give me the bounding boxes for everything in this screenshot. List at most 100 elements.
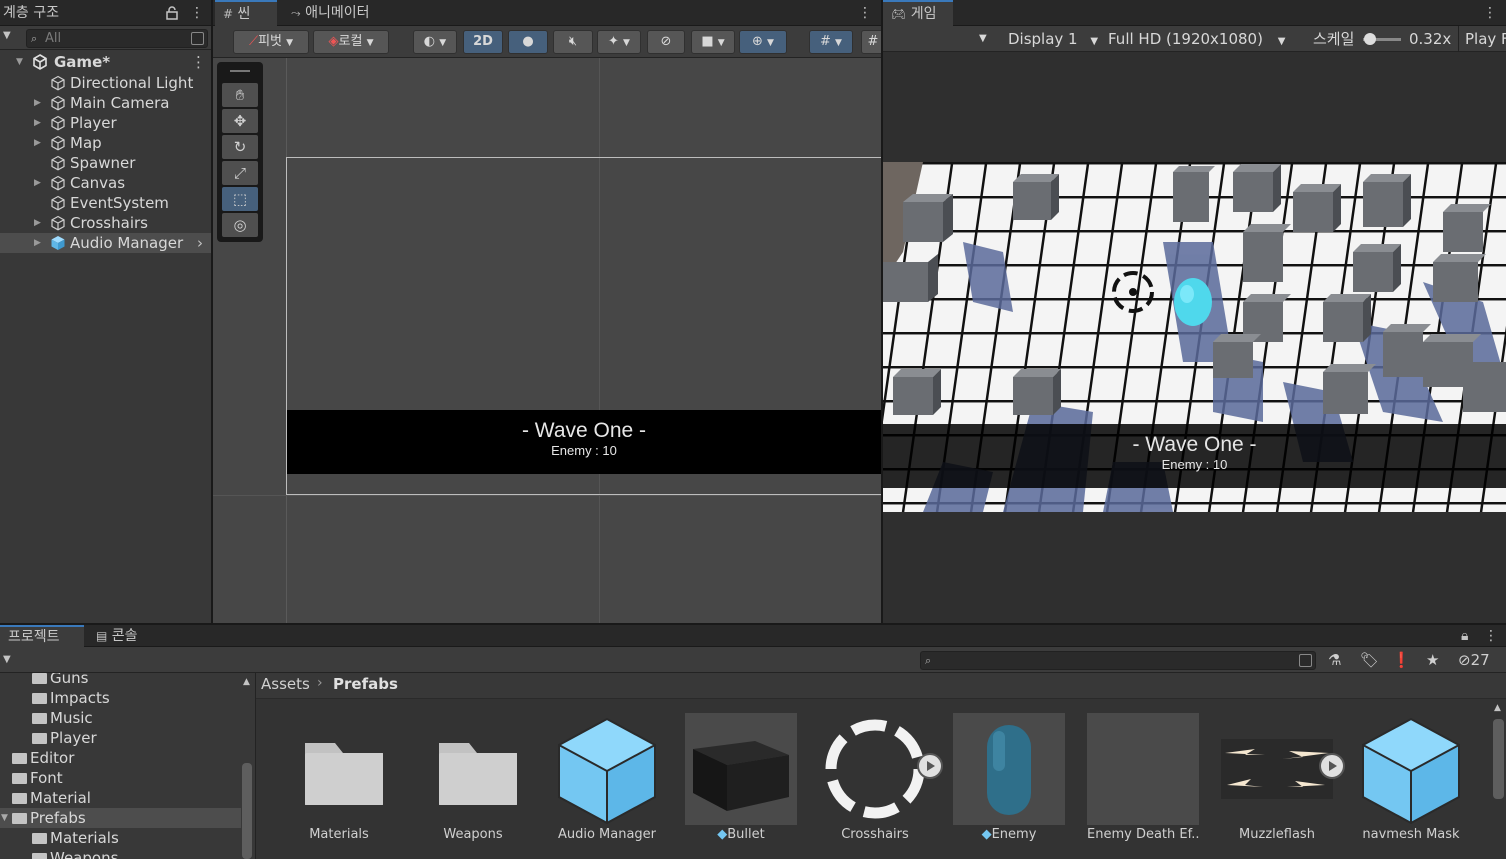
create-dropdown-icon[interactable]: ▼	[3, 654, 11, 665]
collapse-arrow-icon[interactable]: ▼	[16, 52, 23, 72]
gizmos-dropdown-icon[interactable]: ⊕ ▼	[739, 30, 787, 54]
add-dropdown-icon[interactable]: ▼	[3, 30, 11, 41]
search-by-type-icon[interactable]	[1299, 654, 1312, 667]
grid-snap-dropdown-icon[interactable]: # ▼	[809, 30, 853, 54]
breadcrumb-prefabs[interactable]: Prefabs	[333, 675, 398, 693]
folder-scrollbar-thumb[interactable]	[242, 763, 252, 859]
scroll-up-icon[interactable]: ▲	[243, 677, 250, 687]
project-more-icon[interactable]: ⋮	[1484, 625, 1498, 647]
move-tool-icon[interactable]: ✥	[222, 109, 258, 133]
hierarchy-item[interactable]: ▶ Player	[0, 113, 211, 133]
rect-tool-icon[interactable]: ⬚	[222, 187, 258, 211]
expand-arrow-icon[interactable]: ▶	[34, 113, 41, 133]
tab-animator[interactable]: ⤳ 애니메이터	[283, 0, 377, 26]
expand-arrow-icon[interactable]: ▶	[34, 93, 41, 113]
folder-label: Prefabs	[30, 809, 86, 827]
hierarchy-item[interactable]: ▶ Main Camera	[0, 93, 211, 113]
audio-mute-icon[interactable]: 🔇︎	[553, 30, 593, 54]
asset-tile[interactable]: Crosshairs	[819, 713, 943, 853]
resolution-dropdown[interactable]: Full HD (1920x1080) ▼	[1108, 26, 1285, 55]
expand-prefab-play-icon[interactable]	[1319, 753, 1345, 779]
tab-console[interactable]: ▤ 콘솔	[88, 625, 146, 647]
hierarchy-item[interactable]: Directional Light	[0, 73, 211, 93]
game-view[interactable]: - Wave One - Enemy : 10	[883, 162, 1506, 512]
folder-item[interactable]: Materials	[0, 828, 241, 848]
asset-tile[interactable]: ◆Enemy	[953, 713, 1065, 853]
scene-options-icon[interactable]: ⋮	[191, 52, 206, 72]
expand-arrow-icon[interactable]: ▶	[34, 173, 41, 193]
scene-wave-banner[interactable]: - Wave One - Enemy : 10	[287, 410, 881, 474]
folder-item[interactable]: Material	[0, 788, 241, 808]
display-dropdown[interactable]: Display 1 ▼	[1008, 26, 1098, 55]
asset-tile[interactable]: Enemy Death Ef...	[1087, 713, 1199, 853]
scroll-up-icon[interactable]: ▲	[1494, 703, 1501, 713]
asset-tile[interactable]: navmesh Mask	[1355, 713, 1467, 853]
folder-item[interactable]: Player	[0, 728, 241, 748]
hidden-packages-icon[interactable]: ⊘27	[1458, 647, 1490, 673]
rotate-tool-icon[interactable]: ↻	[222, 135, 258, 159]
filter-label-icon[interactable]: 🏷︎	[1360, 647, 1379, 673]
asset-label: Muzzleflash	[1239, 827, 1315, 842]
draw-mode-dropdown[interactable]: ◐ ▼	[413, 30, 457, 54]
pivot-dropdown[interactable]: ⟋피벗 ▼	[233, 30, 309, 54]
folder-item[interactable]: Font	[0, 768, 241, 788]
camera-dropdown-icon[interactable]: ■ ▼	[691, 30, 735, 54]
expand-arrow-icon[interactable]: ▶	[34, 213, 41, 233]
favorite-star-icon[interactable]: ★	[1426, 647, 1439, 673]
warning-icon[interactable]: ❗	[1392, 647, 1411, 673]
breadcrumb-assets[interactable]: Assets	[261, 675, 310, 693]
hierarchy-item[interactable]: ▶ Map	[0, 133, 211, 153]
folder-item[interactable]: Music	[0, 708, 241, 728]
scene-root-row[interactable]: ▼ Game* ⋮	[0, 52, 211, 72]
effects-dropdown-icon[interactable]: ✦ ▼	[597, 30, 641, 54]
folder-item[interactable]: Editor	[0, 748, 241, 768]
hierarchy-item[interactable]: ▶ Audio Manager ›	[0, 233, 211, 253]
lock-icon[interactable]: 🔒︎	[1461, 625, 1468, 647]
scene-more-icon[interactable]: ⋮	[858, 0, 872, 26]
more-options-icon[interactable]: ⋮	[190, 0, 204, 26]
scale-tool-icon[interactable]: ⤢	[222, 161, 258, 185]
expand-arrow-icon[interactable]: ▶	[34, 133, 41, 153]
hierarchy-item[interactable]: ▶ Crosshairs	[0, 213, 211, 233]
asset-tile[interactable]: Muzzleflash	[1221, 713, 1345, 853]
hierarchy-item[interactable]: Spawner	[0, 153, 211, 173]
tab-project[interactable]: 프로젝트	[0, 625, 84, 647]
expand-arrow-icon[interactable]: ▶	[34, 233, 41, 253]
asset-tile[interactable]: Materials	[283, 713, 395, 853]
lighting-toggle-icon[interactable]: ●	[508, 30, 548, 54]
project-search-input[interactable]: ⌕	[920, 651, 1316, 670]
scale-slider-handle[interactable]	[1364, 33, 1376, 45]
tab-game[interactable]: 🎮︎ 게임	[883, 0, 953, 26]
tab-scene[interactable]: # 씬	[215, 0, 277, 26]
asset-scrollbar[interactable]: ▲	[1492, 701, 1506, 859]
folder-item[interactable]: Impacts	[0, 688, 241, 708]
lock-icon[interactable]	[166, 0, 178, 29]
folder-item[interactable]: Weapons	[0, 848, 241, 859]
game-more-icon[interactable]: ⋮	[1483, 0, 1497, 26]
search-by-type-icon[interactable]	[191, 32, 204, 45]
asset-tile[interactable]: ◆Bullet	[685, 713, 797, 853]
game-mode-dropdown-icon[interactable]: ▼	[979, 26, 987, 52]
folder-item[interactable]: ▼ Prefabs	[0, 808, 241, 828]
hierarchy-item[interactable]: ▶ Canvas	[0, 173, 211, 193]
folder-item[interactable]: Guns	[0, 673, 241, 688]
drag-handle[interactable]	[230, 70, 250, 72]
open-prefab-arrow-icon[interactable]: ›	[197, 233, 203, 253]
hierarchy-item[interactable]: EventSystem	[0, 193, 211, 213]
local-dropdown[interactable]: ◈로컬 ▼	[313, 30, 389, 54]
folder-scrollbar[interactable]: ▲	[241, 673, 255, 859]
asset-tile[interactable]: Weapons	[417, 713, 529, 853]
hierarchy-search-input[interactable]: ⌕ All	[26, 29, 208, 48]
transform-tool-icon[interactable]: ◎	[222, 213, 258, 237]
expand-prefab-play-icon[interactable]	[917, 753, 943, 779]
asset-tile[interactable]: Audio Manager	[551, 713, 663, 853]
play-mode-dropdown[interactable]: Play F	[1465, 26, 1506, 52]
snap-increment-icon[interactable]: #	[861, 30, 881, 54]
collapse-arrow-icon[interactable]: ▼	[1, 808, 8, 828]
tab-hierarchy[interactable]: 계층 구조	[0, 0, 67, 26]
filter-type-icon[interactable]: ⚗	[1328, 647, 1341, 673]
toggle-2d-button[interactable]: 2D	[463, 30, 503, 54]
scene-visibility-icon[interactable]: ⊘	[647, 30, 685, 54]
asset-scrollbar-thumb[interactable]	[1493, 719, 1504, 799]
hand-tool-icon[interactable]: ✋︎	[222, 83, 258, 107]
